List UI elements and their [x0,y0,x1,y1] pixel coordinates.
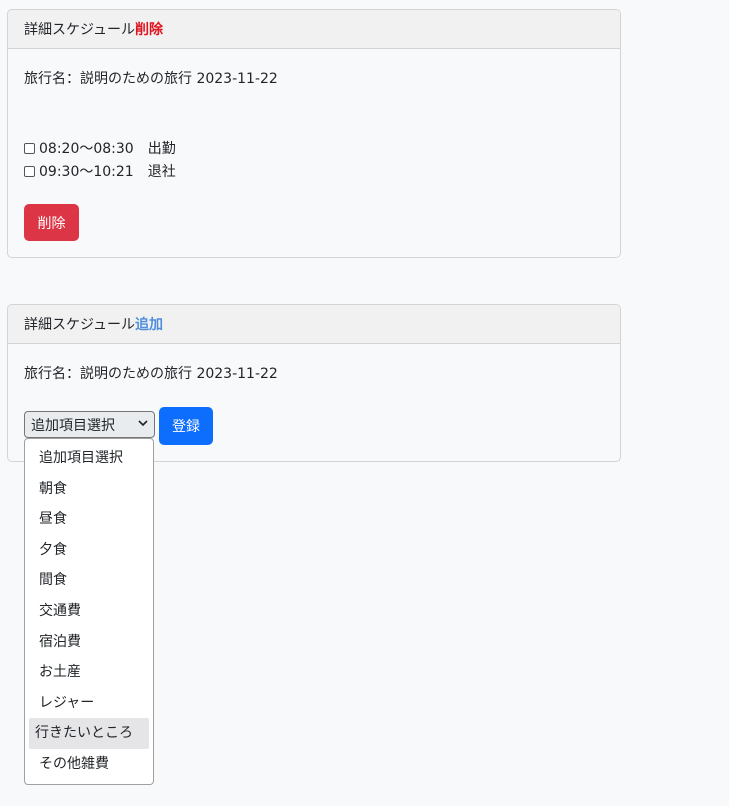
option-snack[interactable]: 間食 [29,565,149,596]
trip-name: 旅行名：説明のための旅行 2023-11-22 [24,71,278,87]
option-other-expenses[interactable]: その他雑費 [29,749,149,780]
checkbox[interactable] [24,142,35,154]
register-button[interactable]: 登録 [159,407,213,445]
checkbox[interactable] [24,165,35,177]
option-transportation[interactable]: 交通費 [29,596,149,627]
trip-name: 旅行名：説明のための旅行 2023-11-22 [24,366,278,382]
schedule-item-label: 08:20〜08:30 出勤 [39,141,176,157]
delete-schedule-card: 詳細スケジュール 削除 旅行名：説明のための旅行 2023-11-22 08:20… [7,9,621,258]
chevron-down-icon [138,419,148,430]
card-header-accent: 削除 [135,22,164,38]
option-souvenir[interactable]: お土産 [29,657,149,688]
add-item-dropdown-list: 追加項目選択 朝食 昼食 夕食 間食 交通費 宿泊費 お土産 レジャー 行きたい… [24,438,154,785]
option-breakfast[interactable]: 朝食 [29,474,149,505]
option-add-item-select[interactable]: 追加項目選択 [29,443,149,474]
card-header-title: 詳細スケジュール [24,317,136,333]
card-header-title: 詳細スケジュール [24,22,136,38]
option-dinner[interactable]: 夕食 [29,535,149,566]
select-value: 追加項目選択 [31,417,115,434]
schedule-item-1[interactable]: 08:20〜08:30 出勤 [24,138,176,158]
delete-button[interactable]: 削除 [24,204,79,241]
card-header-accent: 追加 [135,317,164,333]
card-header: 詳細スケジュール 削除 [8,10,620,49]
option-lunch[interactable]: 昼食 [29,504,149,535]
option-accommodation[interactable]: 宿泊費 [29,627,149,658]
schedule-item-label: 09:30〜10:21 退社 [39,164,176,180]
option-leisure[interactable]: レジャー [29,688,149,719]
option-places-to-visit[interactable]: 行きたいところ [29,718,149,749]
add-item-select[interactable]: 追加項目選択 [24,411,155,438]
schedule-item-2[interactable]: 09:30〜10:21 退社 [24,161,176,181]
card-header: 詳細スケジュール 追加 [8,305,620,344]
